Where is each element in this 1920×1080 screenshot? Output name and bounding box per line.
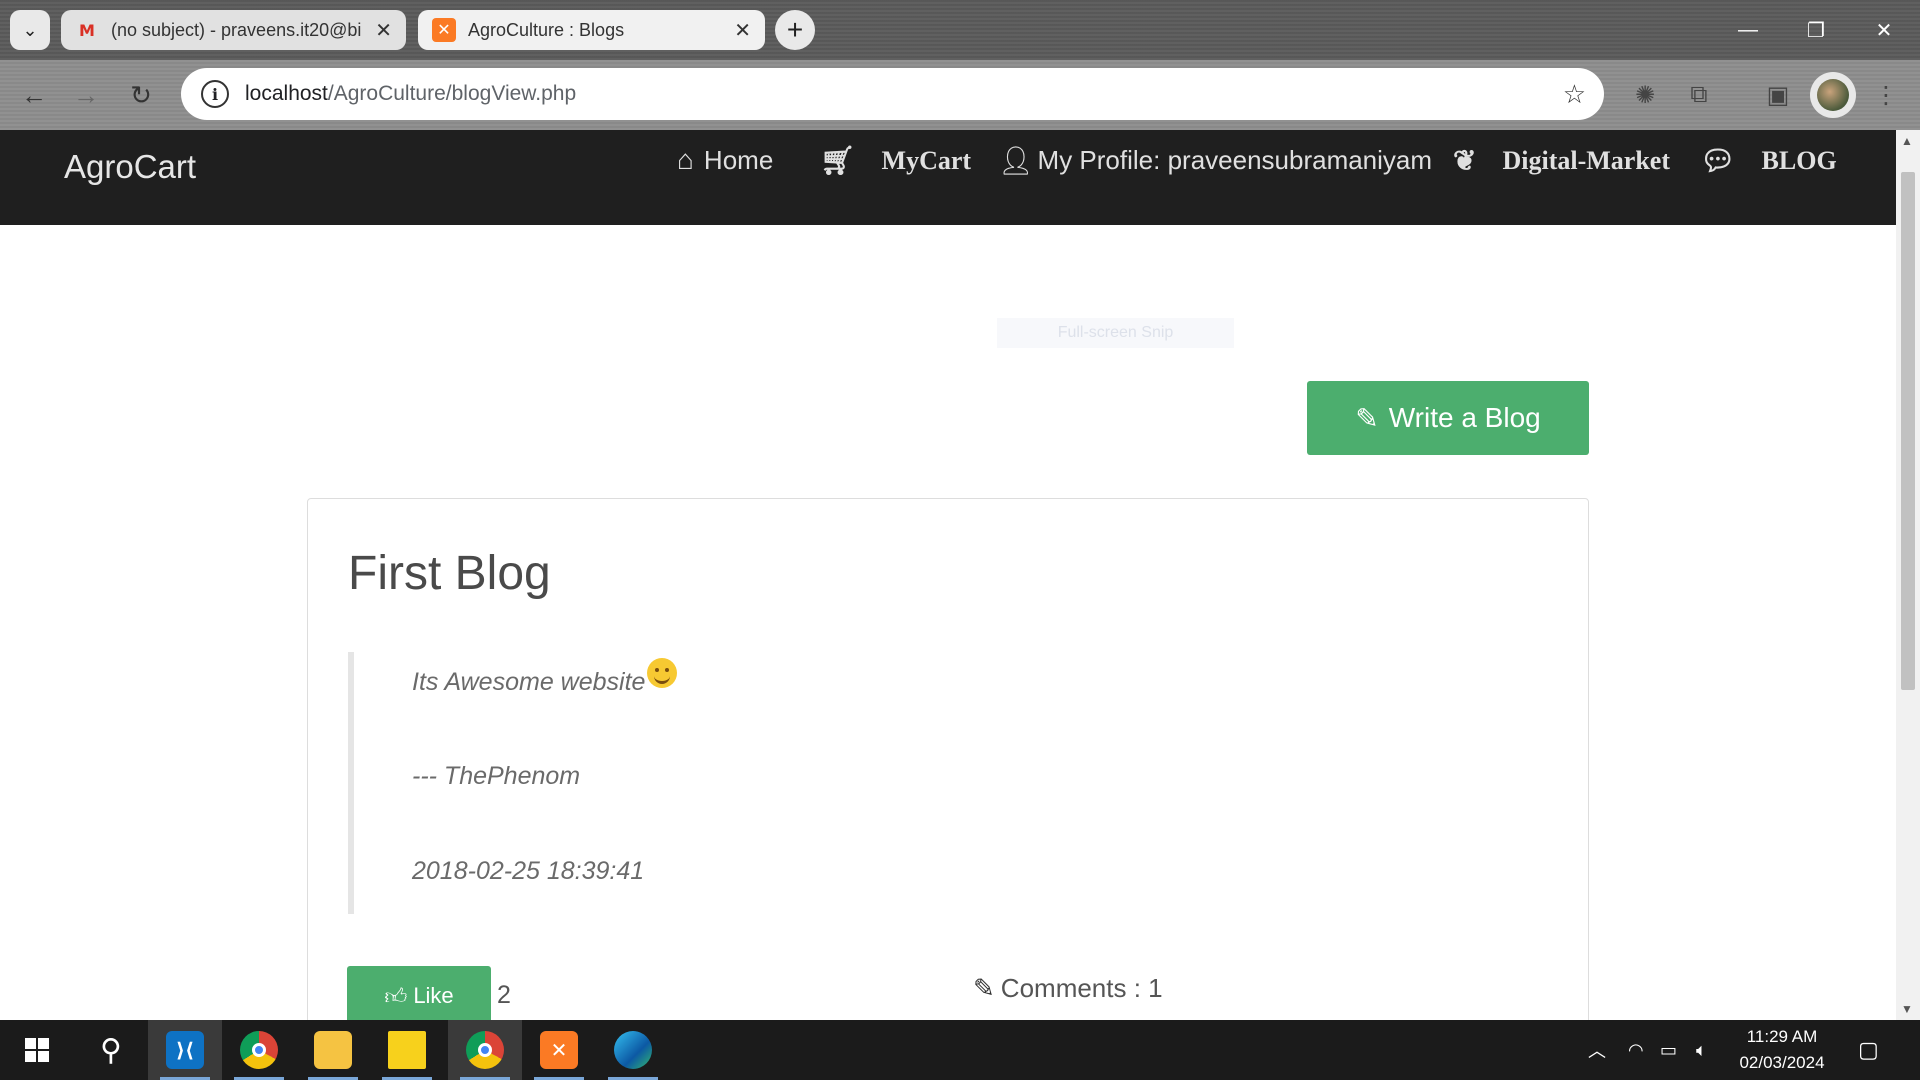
scroll-down-icon[interactable]: ▼: [1901, 1002, 1913, 1016]
bookmark-star-icon[interactable]: ☆: [1563, 79, 1586, 110]
write-blog-label: Write a Blog: [1388, 402, 1541, 433]
edge-icon: [614, 1031, 652, 1069]
restore-button[interactable]: ❐: [1786, 10, 1846, 50]
forward-icon[interactable]: →: [66, 75, 106, 115]
nav-home-label: Home: [703, 144, 774, 175]
home-icon: ⌂: [677, 144, 694, 175]
tab-title: (no subject) - praveens.it20@bi: [111, 19, 362, 40]
back-icon[interactable]: ←: [14, 75, 54, 115]
chevron-down-icon: ⌄: [22, 19, 38, 40]
nav-home[interactable]: ⌂ Home: [677, 144, 773, 176]
tab-title: AgroCulture : Blogs: [468, 19, 625, 40]
reload-icon[interactable]: ↻: [121, 75, 161, 115]
browser-toolbar: ← → ↻ i localhost/AgroCulture/blogView.p…: [0, 60, 1920, 130]
like-label: Like: [413, 983, 454, 1008]
minimize-button[interactable]: —: [1718, 10, 1778, 50]
comments-link[interactable]: ✎ Comments : 1: [973, 973, 1163, 1004]
scroll-thumb[interactable]: [1901, 172, 1915, 690]
nav-blog-label: BLOG: [1761, 146, 1837, 175]
taskbar-chrome-profile[interactable]: [448, 1020, 522, 1080]
smile-emoji-icon: [647, 658, 678, 688]
xampp-icon: ✕: [432, 18, 456, 42]
like-button[interactable]: 👍︎ Like: [347, 966, 491, 1026]
blog-title: First Blog: [348, 547, 551, 600]
vscode-icon: ⟩⟨: [166, 1031, 204, 1069]
volume-icon[interactable]: 🔈︎: [1696, 1020, 1707, 1080]
snip-overlay: Full-screen Snip: [997, 318, 1234, 348]
battery-icon[interactable]: ▭: [1660, 1020, 1677, 1080]
sticky-notes-icon: [388, 1031, 426, 1069]
clock-date: 02/03/2024: [1739, 1053, 1825, 1072]
nav-mycart[interactable]: 🛒︎ MyCart: [820, 144, 971, 178]
wifi-icon[interactable]: ◠: [1628, 1020, 1644, 1080]
thumbs-up-icon: 👍︎: [384, 983, 408, 1009]
scroll-up-icon[interactable]: ▲: [1901, 134, 1913, 148]
profile-avatar[interactable]: [1810, 72, 1856, 118]
chrome-icon: [466, 1031, 504, 1069]
url-path: /AgroCulture/blogView.php: [327, 82, 577, 105]
taskbar-chrome[interactable]: [222, 1020, 296, 1080]
close-tab-icon[interactable]: ✕: [375, 18, 392, 43]
user-icon: 👤︎: [998, 145, 1034, 176]
pencil-icon: ✎: [973, 973, 995, 1003]
tab-agroculture-blogs[interactable]: ✕ AgroCulture : Blogs ✕: [418, 10, 765, 50]
site-info-icon[interactable]: i: [201, 80, 229, 108]
blog-content: Its Awesome website: [412, 668, 646, 696]
clock-time: 11:29 AM: [1746, 1027, 1818, 1046]
nav-profile-label: My Profile: praveensubramaniyam: [1037, 145, 1433, 175]
windows-taskbar: ⚲ ⟩⟨ ✕ ︿ ◠ ▭ 🔈︎ 11:29 AM 02/03/2024 ▢: [0, 1020, 1920, 1080]
xampp-icon: ✕: [540, 1031, 578, 1069]
folder-icon: [314, 1031, 352, 1069]
nav-market-label: Digital-Market: [1502, 146, 1670, 175]
write-blog-button[interactable]: ✎ Write a Blog: [1307, 381, 1589, 455]
close-window-button[interactable]: ✕: [1854, 10, 1914, 50]
side-panel-icon[interactable]: ▣: [1758, 75, 1798, 115]
blog-blockquote: Its Awesome website --- ThePhenom 2018-0…: [348, 652, 1048, 914]
site-navbar: AgroCart ⌂ Home 🛒︎ MyCart 👤︎ My Profile:…: [0, 130, 1896, 225]
site-brand[interactable]: AgroCart: [64, 148, 196, 186]
nav-mycart-label: MyCart: [881, 146, 972, 175]
tray-overflow-icon[interactable]: ︿: [1588, 1020, 1606, 1080]
start-button[interactable]: [0, 1020, 74, 1080]
nav-digital-market[interactable]: ❦ Digital-Market: [1453, 144, 1670, 178]
blog-author: --- ThePhenom: [412, 762, 581, 790]
gmail-icon: M: [79, 20, 95, 40]
blog-timestamp: 2018-02-25 18:39:41: [412, 857, 645, 885]
url-host: localhost: [245, 82, 328, 105]
blog-card: First Blog Its Awesome website --- ThePh…: [307, 498, 1589, 1058]
windows-logo-icon: [25, 1038, 49, 1062]
tab-gmail[interactable]: M (no subject) - praveens.it20@bi ✕: [61, 10, 406, 50]
plus-icon: +: [786, 14, 804, 45]
taskbar-file-explorer[interactable]: [296, 1020, 370, 1080]
cart-icon: 🛒︎: [820, 146, 856, 177]
menu-kebab-icon[interactable]: ⋮: [1866, 75, 1906, 115]
extensions-puzzle-icon[interactable]: ⧉: [1679, 75, 1719, 115]
taskbar-xampp[interactable]: ✕: [522, 1020, 596, 1080]
new-tab-button[interactable]: +: [775, 10, 815, 50]
taskbar-clock[interactable]: 11:29 AM 02/03/2024: [1720, 1024, 1844, 1076]
page-scrollbar[interactable]: ▲ ▼: [1896, 130, 1920, 1020]
search-button[interactable]: ⚲: [74, 1020, 148, 1080]
close-tab-icon[interactable]: ✕: [734, 18, 751, 43]
tab-search-button[interactable]: ⌄: [10, 10, 50, 50]
blog-content-line: Its Awesome website: [412, 658, 678, 698]
chrome-icon: [240, 1031, 278, 1069]
grain-icon: ❦: [1453, 146, 1477, 177]
address-bar[interactable]: i localhost/AgroCulture/blogView.php ☆: [181, 68, 1604, 120]
browser-tab-strip: ⌄ M (no subject) - praveens.it20@bi ✕ ✕ …: [0, 0, 1920, 60]
search-icon: ⚲: [100, 1033, 122, 1067]
pencil-icon: ✎: [1355, 402, 1379, 434]
extension-bug-icon[interactable]: ✺: [1625, 75, 1665, 115]
comment-icon: 💬︎: [1700, 146, 1736, 177]
like-count: 2: [497, 981, 511, 1009]
taskbar-sticky-notes[interactable]: [370, 1020, 444, 1080]
nav-blog[interactable]: 💬︎ BLOG: [1700, 144, 1837, 178]
notification-icon[interactable]: ▢: [1858, 1020, 1879, 1080]
taskbar-edge[interactable]: [596, 1020, 670, 1080]
taskbar-vscode[interactable]: ⟩⟨: [148, 1020, 222, 1080]
comments-label: Comments : 1: [1000, 973, 1163, 1003]
nav-profile[interactable]: 👤︎ My Profile: praveensubramaniyam: [998, 144, 1432, 177]
